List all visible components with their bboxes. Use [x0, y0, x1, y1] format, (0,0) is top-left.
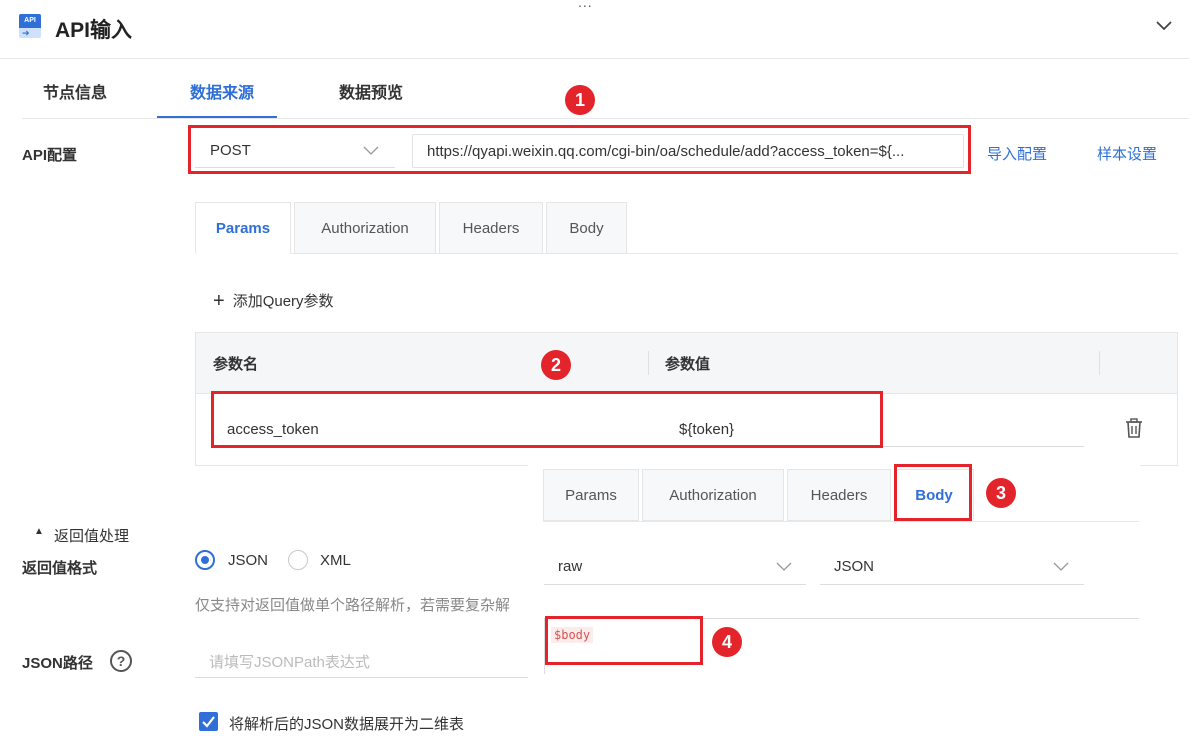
body-type-value: raw	[558, 558, 583, 575]
chevron-down-icon	[776, 562, 792, 571]
flatten-label: 将解析后的JSON数据展开为二维表	[229, 716, 465, 733]
body-panel-tab-authorization[interactable]: Authorization	[642, 469, 784, 521]
header-divider	[0, 58, 1189, 59]
drag-handle[interactable]: ...	[578, 0, 593, 10]
flatten-checkbox[interactable]	[199, 712, 218, 731]
api-config-label: API配置	[22, 147, 78, 164]
sample-settings-link[interactable]: 样本设置	[1097, 143, 1157, 164]
page-title: API输入	[55, 19, 133, 42]
tab-node-info[interactable]: 节点信息	[43, 79, 107, 103]
highlight-box-1	[188, 125, 971, 174]
caret-up-icon[interactable]: ▲	[34, 526, 44, 537]
radio-xml-label: XML	[320, 552, 351, 569]
column-header-name: 参数名	[213, 356, 259, 373]
radio-json[interactable]	[195, 550, 215, 570]
return-hint: 仅支持对返回值做单个路径解析，若需要复杂解	[195, 597, 511, 614]
body-panel-tab-params[interactable]: Params	[543, 469, 639, 521]
jsonpath-label: JSON路径	[22, 655, 93, 672]
badge-1: 1	[565, 85, 595, 115]
highlight-box-3	[894, 464, 972, 521]
subtab-authorization[interactable]: Authorization	[294, 202, 436, 254]
body-type-select[interactable]: raw	[544, 551, 806, 585]
tab-data-source[interactable]: 数据来源	[190, 79, 254, 103]
highlight-box-2	[211, 391, 883, 448]
content-type-value: JSON	[834, 558, 875, 575]
subtab-body[interactable]: Body	[546, 202, 627, 254]
table-header: 参数名 参数值	[196, 333, 1177, 394]
check-icon	[202, 716, 215, 728]
tabs-divider	[22, 118, 1189, 119]
return-section-toggle[interactable]: 返回值处理	[54, 525, 129, 546]
collapse-chevron-icon[interactable]	[1154, 16, 1174, 36]
body-panel-tab-headers[interactable]: Headers	[787, 469, 891, 521]
highlight-box-4	[545, 616, 703, 665]
column-header-value: 参数值	[665, 356, 711, 373]
radio-xml[interactable]	[288, 550, 308, 570]
chevron-down-icon	[1053, 562, 1069, 571]
return-format-label: 返回值格式	[22, 560, 98, 577]
badge-4: 4	[712, 627, 742, 657]
import-config-link[interactable]: 导入配置	[987, 143, 1047, 164]
badge-3: 3	[986, 478, 1016, 508]
trash-icon[interactable]	[1123, 417, 1145, 439]
help-icon[interactable]: ?	[110, 650, 132, 672]
badge-2: 2	[541, 350, 571, 380]
add-query-button[interactable]: + 添加Query参数	[213, 289, 334, 312]
api-icon-label: API	[19, 14, 41, 28]
tab-data-preview[interactable]: 数据预览	[339, 79, 403, 103]
radio-json-label: JSON	[228, 552, 269, 569]
subtab-params[interactable]: Params	[195, 202, 291, 254]
jsonpath-placeholder: 请填写JSONPath表达式	[209, 654, 370, 671]
add-query-label: 添加Query参数	[232, 293, 334, 310]
api-icon: API ➔	[19, 14, 41, 38]
plus-icon: +	[213, 290, 225, 312]
content-type-select[interactable]: JSON	[820, 551, 1084, 585]
subtab-headers[interactable]: Headers	[439, 202, 543, 254]
